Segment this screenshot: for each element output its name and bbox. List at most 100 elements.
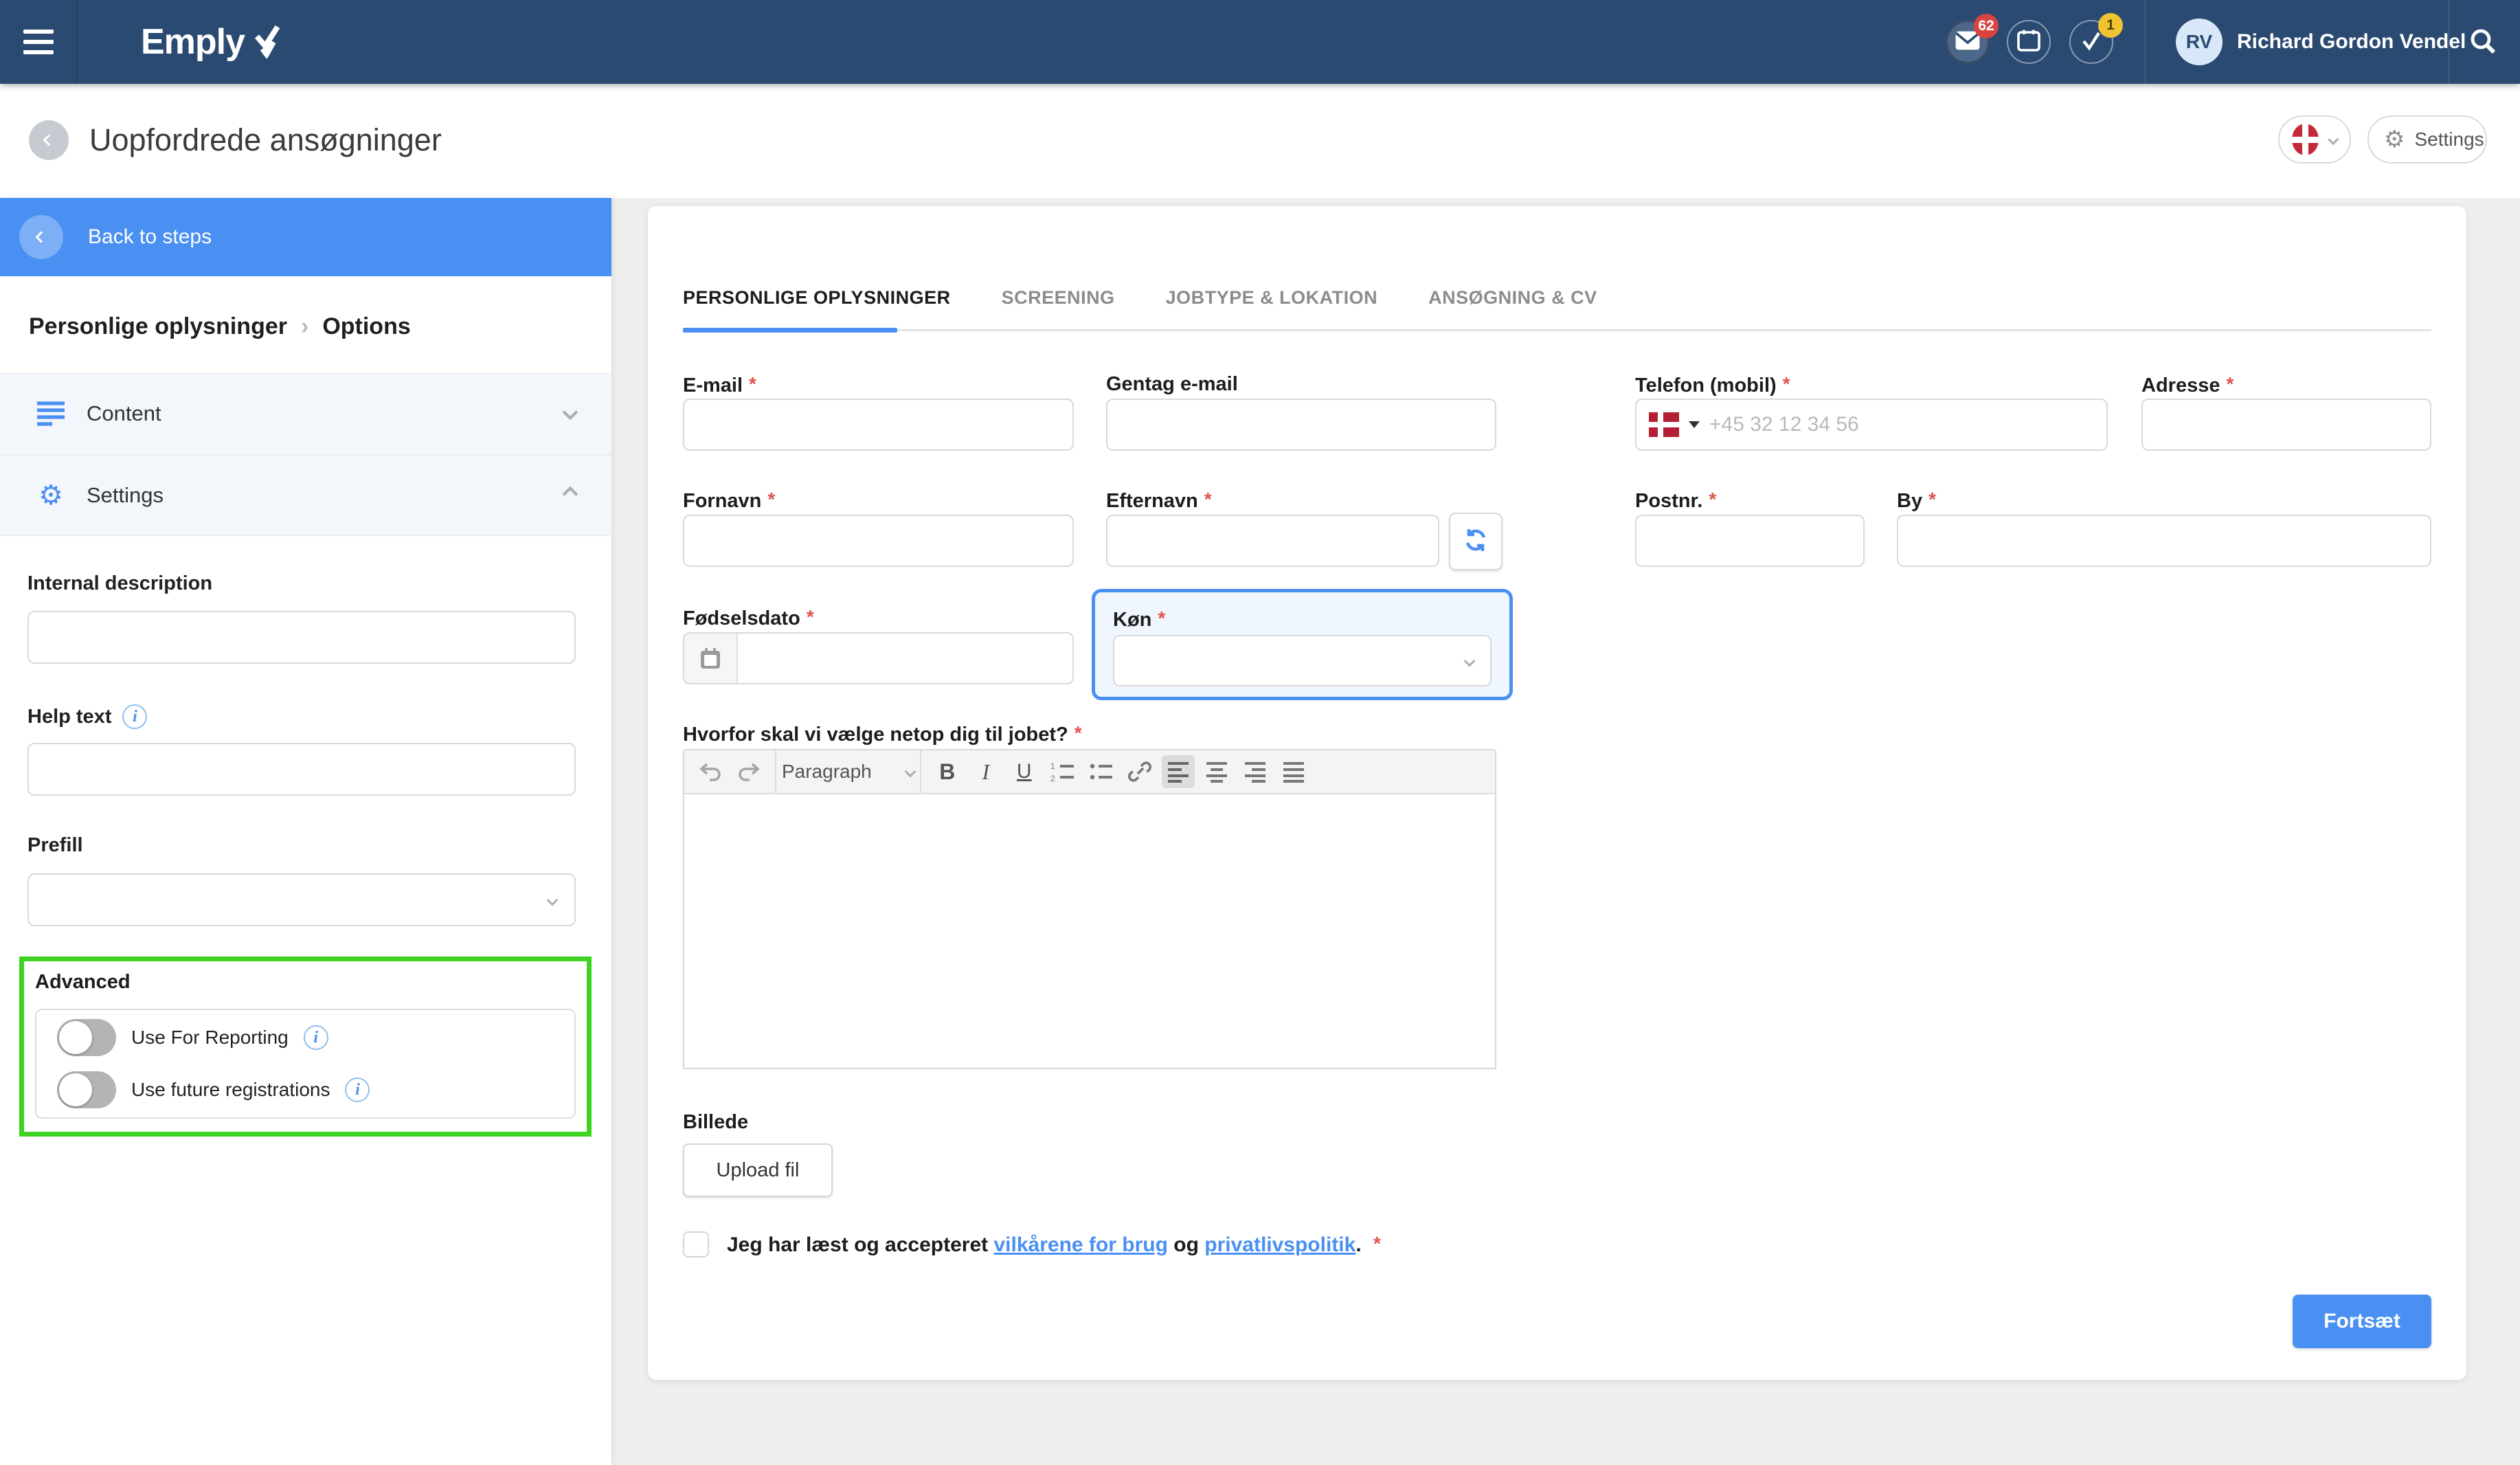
privacy-policy-link[interactable]: privatlivspolitik — [1204, 1233, 1355, 1256]
tab-jobtype-lokation[interactable]: JOBTYPE & LOKATION — [1166, 287, 1378, 309]
language-selector[interactable] — [2278, 115, 2351, 164]
chevron-left-icon — [43, 134, 55, 146]
help-text-input[interactable] — [27, 743, 576, 796]
ordered-list-button[interactable]: 12 — [1046, 755, 1079, 788]
sync-button[interactable] — [1449, 513, 1503, 570]
use-for-reporting-toggle[interactable] — [57, 1019, 116, 1056]
richtext-editor: Paragraph B I U 12 — [683, 749, 1496, 1069]
lastname-label: Efternavn * — [1106, 489, 1212, 512]
help-text-label: Help text i — [27, 704, 148, 729]
required-asterisk: * — [2226, 373, 2234, 394]
section-settings-label: Settings — [87, 483, 164, 507]
breadcrumb-current: Options — [322, 313, 411, 339]
toggle-label: Use For Reporting — [131, 1027, 289, 1048]
top-navbar: Emply 62 1 RV Richard Gordon Vendel — [0, 0, 2520, 84]
emply-logo[interactable]: Emply — [141, 0, 282, 84]
chevron-left-circle — [19, 215, 63, 259]
redo-button[interactable] — [732, 755, 765, 788]
align-left-button[interactable] — [1161, 755, 1195, 788]
editor-textarea[interactable] — [683, 794, 1496, 1069]
internal-description-input[interactable] — [27, 611, 576, 664]
avatar[interactable]: RV — [2176, 19, 2223, 65]
chevron-down-icon — [2328, 133, 2339, 146]
breadcrumb-separator: › — [300, 313, 309, 339]
chevron-down-icon — [562, 404, 578, 421]
align-right-button[interactable] — [1239, 755, 1272, 788]
section-content-label: Content — [87, 401, 161, 425]
info-icon[interactable]: i — [303, 1025, 328, 1050]
internal-description-label: Internal description — [27, 572, 213, 594]
firstname-input[interactable] — [683, 515, 1074, 567]
upload-file-button[interactable]: Upload fil — [683, 1143, 833, 1197]
info-icon[interactable]: i — [122, 704, 148, 729]
phone-input[interactable] — [1709, 413, 2094, 436]
check-icon — [2080, 29, 2103, 56]
gear-icon: ⚙ — [38, 480, 63, 511]
lastname-input[interactable] — [1106, 515, 1439, 567]
breadcrumb-parent[interactable]: Personlige oplysninger — [29, 313, 287, 340]
mail-badge: 62 — [1974, 14, 1999, 38]
continue-button[interactable]: Fortsæt — [2293, 1295, 2431, 1348]
settings-button[interactable]: ⚙ Settings — [2367, 115, 2487, 164]
motivation-label: Hvorfor skal vi vælge netop dig til jobe… — [683, 722, 1082, 746]
tab-personlige-oplysninger[interactable]: PERSONLIGE OPLYSNINGER — [683, 287, 951, 309]
bold-button[interactable]: B — [931, 755, 964, 788]
section-content[interactable]: Content — [0, 373, 611, 454]
tab-ansogning-cv[interactable]: ANSØGNING & CV — [1428, 287, 1597, 309]
editor-toolbar: Paragraph B I U 12 — [683, 749, 1496, 794]
advanced-label: Advanced — [35, 971, 131, 993]
align-center-button[interactable] — [1200, 755, 1233, 788]
city-input[interactable] — [1897, 515, 2431, 567]
bullet-list-button[interactable] — [1085, 755, 1118, 788]
search-button[interactable] — [2465, 25, 2501, 60]
tab-underline — [683, 328, 2431, 333]
use-future-registrations-toggle[interactable] — [57, 1071, 116, 1108]
gender-select[interactable] — [1113, 635, 1492, 686]
birthdate-input[interactable] — [738, 634, 1072, 683]
required-asterisk: * — [1928, 489, 1936, 510]
underline-button[interactable]: U — [1008, 755, 1041, 788]
back-to-steps-button[interactable]: Back to steps — [0, 198, 611, 276]
terms-checkbox[interactable] — [683, 1231, 709, 1257]
search-icon — [2469, 27, 2497, 58]
svg-text:1: 1 — [1050, 761, 1055, 771]
image-label: Billede — [683, 1111, 749, 1133]
form-tabs: PERSONLIGE OPLYSNINGER SCREENING JOBTYPE… — [683, 287, 1597, 309]
gender-field-highlighted: Køn * — [1092, 589, 1513, 700]
sidebar: Back to steps Personlige oplysninger › O… — [0, 198, 611, 1465]
page-header: Uopfordrede ansøgninger ⚙ Settings — [0, 84, 2520, 198]
denmark-flag-icon[interactable] — [1649, 412, 1679, 437]
sync-icon — [1462, 526, 1489, 557]
undo-button[interactable] — [694, 755, 727, 788]
gear-icon: ⚙ — [2384, 126, 2405, 153]
zip-input[interactable] — [1635, 515, 1865, 567]
form-preview-card: PERSONLIGE OPLYSNINGER SCREENING JOBTYPE… — [648, 206, 2466, 1380]
prefill-select[interactable] — [27, 873, 576, 926]
repeat-email-input[interactable] — [1106, 399, 1496, 451]
calendar-button[interactable] — [2007, 20, 2051, 64]
required-asterisk: * — [1158, 607, 1166, 629]
section-settings[interactable]: ⚙ Settings — [0, 455, 611, 536]
phone-label: Telefon (mobil) * — [1635, 373, 1790, 396]
chevron-down-icon — [904, 765, 916, 778]
link-button[interactable] — [1123, 755, 1156, 788]
terms-of-use-link[interactable]: vilkårene for brug — [994, 1233, 1168, 1256]
zip-label: Postnr. * — [1635, 489, 1717, 512]
tasks-button[interactable]: 1 — [2069, 13, 2123, 64]
hamburger-menu-icon[interactable] — [0, 0, 77, 84]
paragraph-format-select[interactable]: Paragraph — [776, 750, 921, 793]
address-input[interactable] — [2141, 399, 2431, 451]
italic-button[interactable]: I — [969, 755, 1002, 788]
text-lines-icon — [36, 401, 66, 427]
calendar-icon[interactable] — [684, 634, 738, 683]
chevron-down-icon — [1463, 655, 1476, 667]
dropdown-triangle-icon[interactable] — [1689, 421, 1700, 428]
info-icon[interactable]: i — [345, 1077, 370, 1102]
inbox-button[interactable]: 62 — [1946, 14, 1999, 64]
user-name[interactable]: Richard Gordon Vendel — [2237, 0, 2466, 84]
tab-screening[interactable]: SCREENING — [1002, 287, 1115, 309]
repeat-email-label: Gentag e-mail — [1106, 373, 1238, 395]
back-button[interactable] — [29, 120, 69, 160]
justify-button[interactable] — [1277, 755, 1310, 788]
email-input[interactable] — [683, 399, 1074, 451]
